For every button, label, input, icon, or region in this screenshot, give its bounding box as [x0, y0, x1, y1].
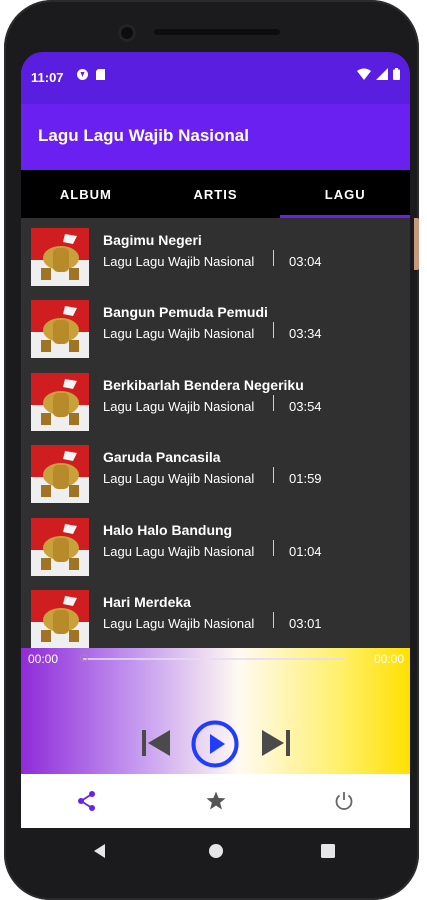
tab-lagu[interactable]: LAGU: [280, 170, 410, 218]
song-title: Bangun Pemuda Pemudi: [103, 304, 268, 320]
song-duration: 01:04: [289, 544, 322, 559]
current-time: 00:00: [28, 652, 59, 666]
tab-album[interactable]: ALBUM: [21, 170, 151, 218]
divider: [273, 395, 274, 411]
tab-bar: ALBUM ARTIS LAGU: [21, 170, 410, 218]
app-bar: Lagu Lagu Wajib Nasional: [21, 104, 410, 170]
song-artist: Lagu Lagu Wajib Nasional: [103, 399, 255, 414]
app-title: Lagu Lagu Wajib Nasional: [38, 126, 249, 145]
share-icon[interactable]: [76, 790, 98, 812]
star-icon[interactable]: [205, 790, 227, 812]
list-item[interactable]: Garuda Pancasila Lagu Lagu Wajib Nasiona…: [21, 435, 410, 507]
status-time: 11:07: [31, 70, 64, 85]
song-duration: 03:01: [289, 616, 322, 631]
album-art: [31, 590, 89, 648]
front-camera: [118, 24, 136, 42]
list-item[interactable]: Hari Merdeka Lagu Lagu Wajib Nasional 03…: [21, 580, 410, 648]
album-art: [31, 228, 89, 286]
album-art: [31, 300, 89, 358]
song-list[interactable]: Bagimu Negeri Lagu Lagu Wajib Nasional 0…: [21, 218, 410, 648]
song-title: Berkibarlah Bendera Negeriku: [103, 377, 304, 393]
tab-label: LAGU: [324, 186, 366, 202]
seek-thumb[interactable]: [80, 654, 88, 662]
home-icon[interactable]: [208, 843, 224, 859]
system-navigation-bar: [21, 828, 410, 874]
skip-previous-icon[interactable]: [139, 726, 173, 760]
status-bar: 11:07: [21, 52, 410, 104]
back-icon[interactable]: [93, 843, 107, 859]
song-artist: Lagu Lagu Wajib Nasional: [103, 254, 255, 269]
song-title: Hari Merdeka: [103, 594, 191, 610]
tab-label: ALBUM: [59, 186, 112, 202]
sim-card-icon: [96, 69, 105, 80]
album-art: [31, 445, 89, 503]
list-item[interactable]: Bangun Pemuda Pemudi Lagu Lagu Wajib Nas…: [21, 290, 410, 362]
app-screen: 11:07 Lagu Lagu Wajib Nasional ALBUM ART…: [21, 52, 410, 828]
battery-icon: [393, 68, 400, 80]
album-art: [31, 518, 89, 576]
song-title: Garuda Pancasila: [103, 449, 221, 465]
song-duration: 03:04: [289, 254, 322, 269]
song-duration: 03:34: [289, 326, 322, 341]
list-item[interactable]: Bagimu Negeri Lagu Lagu Wajib Nasional 0…: [21, 218, 410, 290]
power-icon[interactable]: [333, 790, 355, 812]
play-icon[interactable]: [191, 720, 239, 768]
tab-artis[interactable]: ARTIS: [151, 170, 281, 218]
bottom-navigation: [21, 774, 410, 828]
divider: [273, 612, 274, 628]
song-artist: Lagu Lagu Wajib Nasional: [103, 326, 255, 341]
song-artist: Lagu Lagu Wajib Nasional: [103, 616, 255, 631]
earpiece-speaker: [154, 29, 280, 35]
cell-signal-icon: [376, 68, 388, 80]
divider: [273, 540, 274, 556]
status-notification-icons: [76, 68, 106, 81]
song-duration: 03:54: [289, 399, 322, 414]
tab-label: ARTIS: [193, 186, 238, 202]
total-time: 00:00: [373, 652, 404, 666]
status-system-icons: [357, 68, 400, 80]
divider: [273, 250, 274, 266]
wifi-icon: [357, 68, 371, 80]
song-artist: Lagu Lagu Wajib Nasional: [103, 471, 255, 486]
song-duration: 01:59: [289, 471, 322, 486]
album-art: [31, 373, 89, 431]
music-player: 00:00 00:00: [21, 648, 410, 774]
song-title: Halo Halo Bandung: [103, 522, 233, 538]
power-side-button: [414, 218, 419, 270]
seek-bar[interactable]: [83, 658, 345, 660]
data-saver-icon: [77, 69, 88, 80]
skip-next-icon[interactable]: [259, 726, 293, 760]
list-item[interactable]: Berkibarlah Bendera Negeriku Lagu Lagu W…: [21, 363, 410, 435]
song-title: Bagimu Negeri: [103, 232, 202, 248]
recents-icon[interactable]: [321, 843, 335, 859]
divider: [273, 467, 274, 483]
divider: [273, 322, 274, 338]
list-item[interactable]: Halo Halo Bandung Lagu Lagu Wajib Nasion…: [21, 508, 410, 580]
song-artist: Lagu Lagu Wajib Nasional: [103, 544, 255, 559]
